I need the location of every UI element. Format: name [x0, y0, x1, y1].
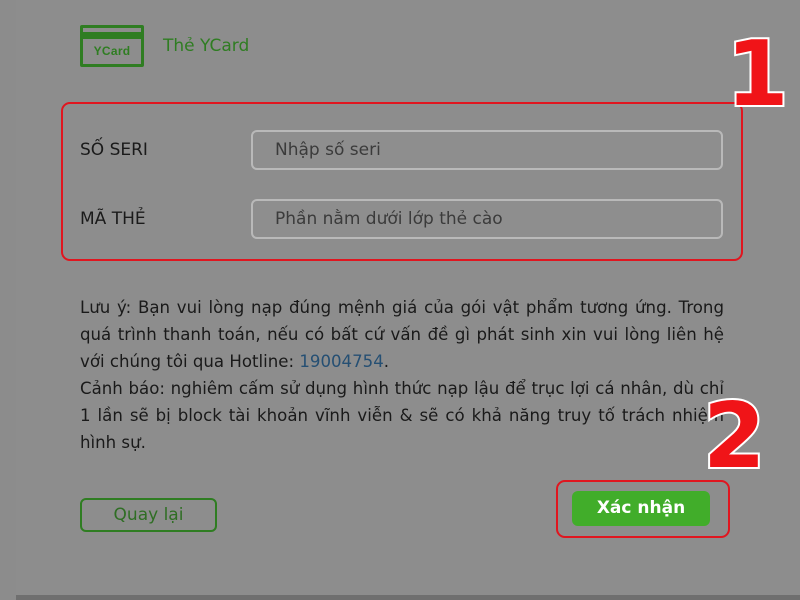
serial-label: SỐ SERI [80, 140, 148, 160]
bottom-scroll-bar [16, 595, 800, 600]
step-1-marker: 1 [724, 22, 791, 127]
notice-prefix: Lưu ý: Bạn vui lòng nạp đúng mệnh giá củ… [80, 298, 724, 371]
warning-paragraph: Cảnh báo: nghiêm cấm sử dụng hình thức n… [80, 379, 724, 452]
card-icon: YCard [80, 25, 144, 67]
back-button[interactable]: Quay lại [80, 498, 217, 532]
hotline-link[interactable]: 19004754 [299, 352, 383, 371]
card-stripe [83, 32, 141, 39]
confirm-button[interactable]: Xác nhận [572, 491, 710, 526]
card-code-input[interactable] [251, 199, 723, 239]
serial-input[interactable] [251, 130, 723, 170]
notice-text: Lưu ý: Bạn vui lòng nạp đúng mệnh giá củ… [80, 294, 724, 456]
notice-suffix: . [383, 352, 390, 371]
step-2-marker: 2 [701, 384, 768, 489]
notice-paragraph: Lưu ý: Bạn vui lòng nạp đúng mệnh giá củ… [80, 294, 724, 375]
card-icon-label: YCard [93, 44, 131, 58]
card-title: Thẻ YCard [163, 36, 250, 56]
card-code-label: MÃ THẺ [80, 209, 146, 229]
